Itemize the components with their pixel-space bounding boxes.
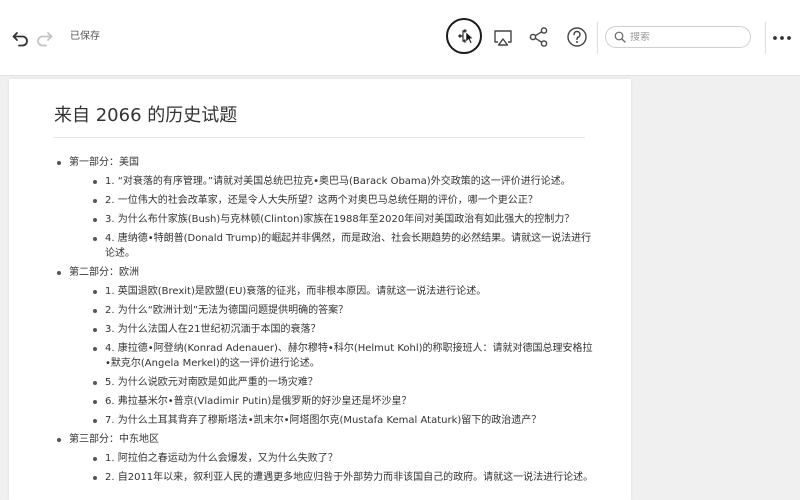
- list-item[interactable]: 4. 康拉德•阿登纳(Konrad Adenauer)、赫尔穆特•科尔(Helm…: [91, 341, 594, 371]
- search-box[interactable]: [605, 26, 751, 48]
- document-page[interactable]: 来自 2066 的历史试题 第一部分：美国 1. “对衰落的有序管理。”请就对美…: [9, 79, 631, 500]
- mindmap-icon[interactable]: [446, 18, 482, 54]
- present-icon[interactable]: [490, 25, 516, 51]
- section-heading[interactable]: 第三部分：中东地区: [69, 432, 594, 447]
- list-item[interactable]: 2. 自2011年以来，叙利亚人民的遭遇更多地应归咎于外部势力而非该国自己的政府…: [91, 470, 594, 485]
- undo-icon[interactable]: [9, 26, 33, 50]
- outline-section[interactable]: 第三部分：中东地区 1. 阿拉伯之春运动为什么会爆发，又为什么失败了？ 2. 自…: [54, 432, 594, 485]
- section-heading[interactable]: 第一部分：美国: [69, 155, 594, 170]
- list-item[interactable]: 1. “对衰落的有序管理。”请就对美国总统巴拉克•奥巴马(Barack Obam…: [91, 174, 594, 189]
- list-item[interactable]: 1. 英国退欧(Brexit)是欧盟(EU)衰落的征兆，而非根本原因。请就这一说…: [91, 284, 594, 299]
- help-icon[interactable]: [564, 24, 590, 50]
- list-item[interactable]: 3. 为什么布什家族(Bush)与克林顿(Clinton)家族在1988年至20…: [91, 212, 594, 227]
- outline-section[interactable]: 第一部分：美国 1. “对衰落的有序管理。”请就对美国总统巴拉克•奥巴马(Bar…: [54, 155, 594, 261]
- save-status: 已保存: [70, 31, 100, 42]
- document-body[interactable]: 第一部分：美国 1. “对衰落的有序管理。”请就对美国总统巴拉克•奥巴马(Bar…: [54, 155, 594, 489]
- section-heading[interactable]: 第二部分：欧洲: [69, 265, 594, 280]
- toolbar-divider: [765, 22, 766, 54]
- list-item[interactable]: 7. 为什么土耳其背弃了穆斯塔法•凯末尔•阿塔图尔克(Mustafa Kemal…: [91, 413, 594, 428]
- redo-icon[interactable]: [32, 26, 56, 50]
- more-icon[interactable]: [770, 26, 794, 50]
- list-item[interactable]: 3. 为什么法国人在21世纪初沉湎于本国的衰落？: [91, 322, 594, 337]
- list-item[interactable]: 2. 为什么“欧洲计划”无法为德国问题提供明确的答案？: [91, 303, 594, 318]
- list-item[interactable]: 5. 为什么说欧元对南欧是如此严重的一场灾难？: [91, 375, 594, 390]
- outline-section[interactable]: 第二部分：欧洲 1. 英国退欧(Brexit)是欧盟(EU)衰落的征兆，而非根本…: [54, 265, 594, 428]
- search-input[interactable]: [630, 31, 740, 43]
- search-icon: [614, 31, 626, 43]
- list-item[interactable]: 4. 唐纳德•特朗普(Donald Trump)的崛起并非偶然，而是政治、社会长…: [91, 231, 594, 261]
- document-title[interactable]: 来自 2066 的历史试题: [54, 104, 237, 128]
- share-icon[interactable]: [526, 24, 552, 50]
- list-item[interactable]: 6. 弗拉基米尔•普京(Vladimir Putin)是俄罗斯的好沙皇还是坏沙皇…: [91, 394, 594, 409]
- toolbar: 已保存: [0, 0, 800, 76]
- list-item[interactable]: 1. 阿拉伯之春运动为什么会爆发，又为什么失败了？: [91, 451, 594, 466]
- title-divider: [54, 137, 585, 138]
- toolbar-divider: [597, 22, 598, 54]
- list-item[interactable]: 2. 一位伟大的社会改革家，还是令人大失所望？这两个对奥巴马总统任期的评价，哪一…: [91, 193, 594, 208]
- outline-list: 第一部分：美国 1. “对衰落的有序管理。”请就对美国总统巴拉克•奥巴马(Bar…: [54, 155, 594, 485]
